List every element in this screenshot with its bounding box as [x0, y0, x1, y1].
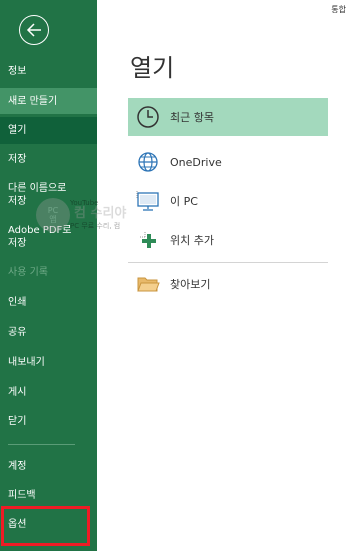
location-label: OneDrive [170, 155, 222, 169]
sidebar-item-export[interactable]: 내보내기 [0, 356, 97, 369]
sidebar-item-feedback[interactable]: 피드백 [0, 489, 97, 502]
sidebar-item-save[interactable]: 저장 [0, 153, 97, 166]
globe-icon [138, 152, 158, 172]
sidebar-item-publish[interactable]: 게시 [0, 386, 97, 399]
sidebar-item-save-as[interactable]: 다른 이름으로 저장 [0, 182, 97, 208]
sidebar-item-print[interactable]: 인쇄 [0, 296, 97, 309]
location-browse[interactable]: 찾아보기 [128, 265, 328, 303]
add-location-icon [140, 232, 156, 248]
location-label: 찾아보기 [170, 278, 211, 291]
sidebar-item-options[interactable]: 옵션 [0, 518, 97, 531]
back-arrow-icon [26, 23, 41, 37]
sidebar-item-account[interactable]: 계정 [0, 460, 97, 473]
location-label: 이 PC [170, 195, 198, 208]
computer-icon [136, 191, 159, 211]
locations-divider [128, 262, 328, 263]
sidebar-item-info[interactable]: 정보 [0, 65, 97, 78]
page-title: 열기 [130, 54, 175, 82]
sidebar-item-open[interactable]: 열기 [0, 117, 97, 144]
location-recent[interactable]: 최근 항목 [128, 98, 328, 136]
location-label: 위치 추가 [170, 234, 214, 247]
sidebar-divider [8, 444, 75, 445]
backstage-sidebar: 정보 새로 만들기 열기 저장 다른 이름으로 저장 Adobe PDF로 저장… [0, 0, 97, 551]
sidebar-item-save-adobe-pdf[interactable]: Adobe PDF로 저장 [0, 224, 97, 250]
location-onedrive[interactable]: OneDrive [128, 143, 328, 181]
back-button[interactable] [19, 15, 49, 45]
sidebar-item-history: 사용 기록 [8, 267, 48, 278]
sidebar-item-close[interactable]: 닫기 [0, 415, 97, 428]
sidebar-item-share[interactable]: 공유 [0, 326, 97, 339]
location-this-pc[interactable]: 이 PC [128, 182, 328, 220]
location-add-place[interactable]: 위치 추가 [128, 221, 328, 259]
window-title-fragment: 통합 [331, 5, 346, 14]
sidebar-item-new[interactable]: 새로 만들기 [0, 88, 97, 114]
backstage-view: 통합 정보 새로 만들기 열기 저장 다른 이름으로 저장 Adobe PDF로… [0, 0, 350, 551]
location-label: 최근 항목 [170, 111, 214, 124]
folder-icon [137, 277, 160, 292]
clock-icon [137, 106, 159, 128]
